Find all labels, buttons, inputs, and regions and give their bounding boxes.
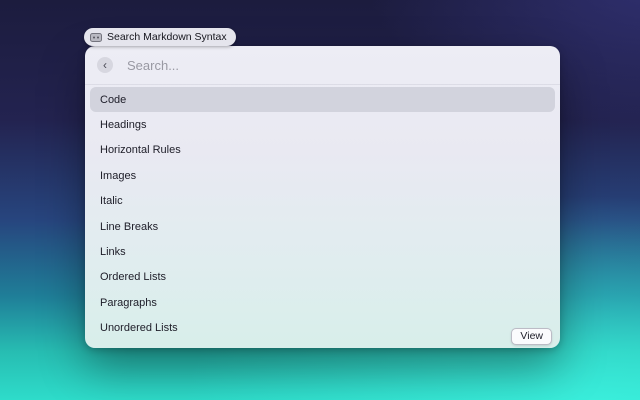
search-input[interactable] bbox=[127, 58, 548, 73]
list-item[interactable]: Line Breaks bbox=[90, 214, 555, 239]
extension-icon bbox=[90, 33, 102, 42]
list-item[interactable]: Headings bbox=[90, 112, 555, 137]
view-button[interactable]: View bbox=[511, 328, 552, 345]
list-item[interactable]: Horizontal Rules bbox=[90, 138, 555, 163]
results-list: CodeHeadingsHorizontal RulesImagesItalic… bbox=[90, 87, 555, 341]
command-tooltip-label: Search Markdown Syntax bbox=[107, 31, 227, 43]
list-item[interactable]: Images bbox=[90, 163, 555, 188]
list-item[interactable]: Code bbox=[90, 87, 555, 112]
back-button[interactable]: ‹ bbox=[97, 57, 113, 73]
command-tooltip: Search Markdown Syntax bbox=[84, 28, 236, 46]
list-item[interactable]: Unordered Lists bbox=[90, 316, 555, 341]
desktop-background: Search Markdown Syntax ‹ CodeHeadingsHor… bbox=[0, 0, 640, 400]
chevron-left-icon: ‹ bbox=[103, 59, 107, 71]
search-panel: ‹ CodeHeadingsHorizontal RulesImagesItal… bbox=[85, 46, 560, 348]
list-item[interactable]: Italic bbox=[90, 189, 555, 214]
list-item[interactable]: Ordered Lists bbox=[90, 265, 555, 290]
list-item[interactable]: Links bbox=[90, 239, 555, 264]
search-bar: ‹ bbox=[85, 46, 560, 85]
list-item[interactable]: Paragraphs bbox=[90, 290, 555, 315]
